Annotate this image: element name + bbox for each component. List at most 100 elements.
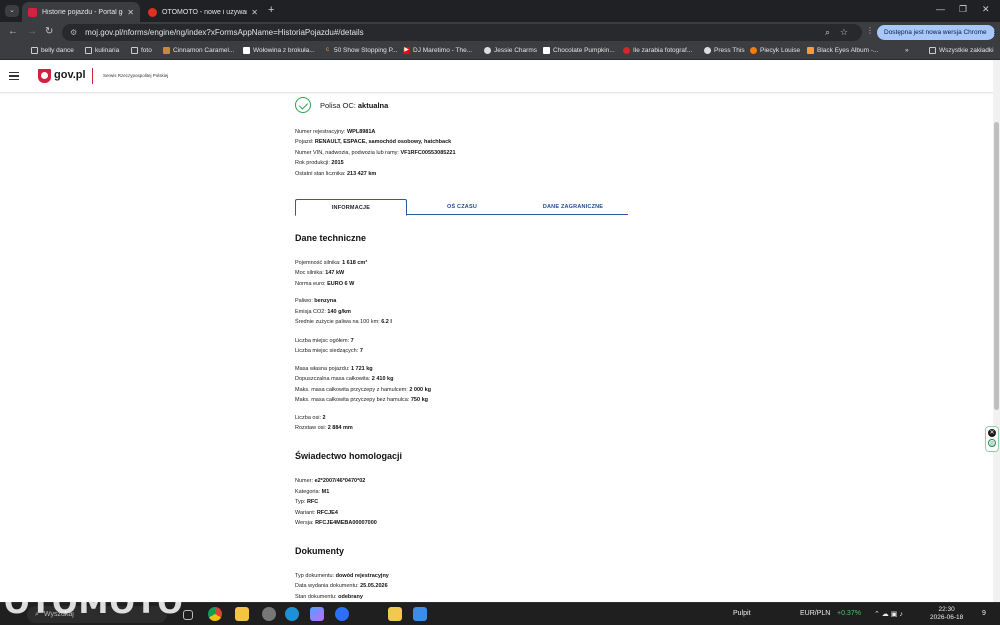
bookmark-wolowina[interactable]: Wołowina z brokuła...: [243, 47, 315, 54]
settings-app-icon[interactable]: [262, 607, 276, 621]
new-tab-button[interactable]: +: [268, 4, 274, 16]
tab-search-button[interactable]: ⌄: [5, 5, 19, 17]
site-info-icon[interactable]: ⚙: [70, 28, 77, 37]
bookmark-jessie-charms[interactable]: Jessie Charms: [484, 47, 537, 54]
summary-odometer: Ostatni stan licznika: 213 427 km: [295, 171, 377, 177]
browser-tab-active[interactable]: Historie pojazdu - Portal gov.pl ✕: [22, 2, 140, 22]
bookmark-dj-maretimo[interactable]: ▶ DJ Maretimo - The...: [403, 47, 472, 54]
hamburger-menu-icon[interactable]: [9, 72, 19, 81]
homologation-heading: Świadectwo homologacji: [295, 451, 403, 461]
all-bookmarks-folder[interactable]: Wszystkie zakładki: [929, 47, 994, 54]
folder-icon: [929, 47, 936, 54]
otomoto-watermark: OTOMOTO: [4, 586, 184, 621]
site-logo-text[interactable]: gov.pl: [54, 69, 86, 81]
bookmark-press-this[interactable]: Press This: [704, 47, 745, 54]
tab-os-czasu[interactable]: OŚ CZASU: [425, 199, 499, 215]
minimize-button[interactable]: —: [936, 4, 945, 14]
tech-row: Dopuszczalna masa całkowita: 2 410 kg: [295, 376, 394, 382]
browser-toolbar: ← → ↻ ⚙ moj.gov.pl/nforms/engine/ng/inde…: [0, 22, 1000, 43]
tab-informacje[interactable]: INFORMACJE: [295, 199, 407, 216]
bookmark-star-icon[interactable]: ☆: [840, 27, 848, 38]
bookmark-black-eyes[interactable]: Black Eyes Album -...: [807, 47, 878, 54]
desktop-label[interactable]: Pulpit: [733, 610, 751, 617]
tech-row: Średnie zużycie paliwa na 100 km: 6.2 l: [295, 319, 392, 325]
maximize-button[interactable]: ❐: [959, 4, 967, 15]
scrollbar-thumb[interactable]: [994, 122, 999, 410]
site-icon: [484, 47, 491, 54]
clock[interactable]: 22:30 2026-06-18: [930, 606, 963, 622]
site-icon: [807, 47, 814, 54]
summary-registration: Numer rejestracyjny: WPL8981A: [295, 129, 376, 135]
details-tabs: INFORMACJE OŚ CZASU DANE ZAGRANICZNE: [295, 199, 628, 216]
page-scrollbar[interactable]: [993, 60, 1000, 602]
reload-button[interactable]: ↻: [45, 26, 53, 37]
tech-row: Maks. masa całkowita przyczepy bez hamul…: [295, 397, 428, 403]
close-icon[interactable]: ✕: [127, 8, 134, 17]
url-text: moj.gov.pl/nforms/engine/ng/index?xForms…: [85, 28, 364, 37]
tech-row: Pojemność silnika: 1 618 cm³: [295, 260, 368, 266]
zoom-icon[interactable]: ⌕: [825, 27, 830, 38]
side-widget[interactable]: ✕ ◎: [985, 426, 999, 452]
close-icon[interactable]: ✕: [988, 429, 996, 437]
homologation-row: Typ: RFC: [295, 499, 319, 505]
clock-date: 2026-06-18: [930, 614, 964, 621]
menu-icon: ⋮: [991, 29, 999, 37]
update-label: Dostępna jest nowa wersja Chrome: [884, 29, 987, 36]
bookmark-chocolate-pumpkin[interactable]: Chocolate Pumpkin...: [543, 47, 615, 54]
tray-icons[interactable]: ⌃ ☁ ▣ ♪: [874, 610, 903, 618]
bookmark-belly-dance[interactable]: belly dance: [31, 47, 74, 54]
bookmark-50-show[interactable]: c 50 Show Stopping P...: [324, 47, 397, 54]
bookmark-piecyk-louise[interactable]: Piecyk Louise: [750, 47, 800, 54]
bookmark-kulinaria[interactable]: kulinaria: [85, 47, 119, 54]
site-icon: [543, 47, 550, 54]
gov-eagle-logo-icon[interactable]: [38, 69, 51, 83]
web-page: gov.pl Serwis Rzeczypospolitej Polskiej …: [0, 60, 993, 602]
task-view-icon[interactable]: [183, 610, 193, 620]
otomoto-favicon-icon: [148, 7, 157, 17]
tech-row: Moc silnika: 147 kW: [295, 270, 345, 276]
gov-favicon-icon: [28, 7, 37, 17]
back-button[interactable]: ←: [8, 26, 18, 37]
browser-tab-otomoto[interactable]: OTOMOTO - nowe i używane s ✕: [142, 2, 264, 22]
close-icon[interactable]: ✕: [251, 8, 258, 17]
bookmarks-overflow[interactable]: »: [905, 47, 909, 54]
site-icon: c: [326, 47, 329, 53]
summary-year: Rok produkcji: 2015: [295, 160, 344, 166]
bookmark-cinnamon[interactable]: Cinnamon Caramel...: [163, 47, 234, 54]
currency-change: +0.37%: [837, 610, 861, 617]
address-bar[interactable]: ⚙ moj.gov.pl/nforms/engine/ng/index?xFor…: [62, 24, 862, 41]
extensions-icon[interactable]: ⋮: [866, 26, 874, 35]
app-icon[interactable]: [413, 607, 427, 621]
accessibility-icon[interactable]: ◎: [988, 439, 996, 447]
summary-vin: Numer VIN, nadwozia, podwozia lub ramy: …: [295, 150, 456, 156]
chrome-update-button[interactable]: Dostępna jest nowa wersja Chrome ⋮: [877, 25, 998, 40]
document-row: Stan dokumentu: odebrany: [295, 594, 363, 600]
currency-label[interactable]: EUR/PLN: [800, 610, 830, 617]
chrome-app-icon[interactable]: [208, 607, 222, 621]
forward-button[interactable]: →: [27, 26, 37, 37]
service-name: Serwis Rzeczypospolitej Polskiej: [103, 73, 169, 78]
document-row: Typ dokumentu: dowód rejestracyjny: [295, 573, 389, 579]
folder-icon: [131, 47, 138, 54]
tab-dane-zagraniczne[interactable]: DANE ZAGRANICZNE: [525, 199, 621, 215]
tech-row: Masa własna pojazdu: 1 721 kg: [295, 366, 373, 372]
chevron-down-icon: ⌄: [9, 7, 15, 14]
notifications-badge[interactable]: 9: [982, 610, 986, 617]
bookmark-foto[interactable]: foto: [131, 47, 152, 54]
tech-row: Liczba miejsc ogółem: 7: [295, 338, 354, 344]
close-window-button[interactable]: ✕: [982, 4, 990, 15]
edge-app-icon[interactable]: [285, 607, 299, 621]
tab-title: Historie pojazdu - Portal gov.pl: [42, 8, 123, 16]
oc-label: Polisa OC:: [320, 100, 356, 110]
check-circle-icon: [295, 97, 311, 113]
folder-icon: [31, 47, 38, 54]
copilot-app-icon[interactable]: [310, 607, 324, 621]
tech-row: Liczba osi: 2: [295, 415, 326, 421]
file-explorer-icon[interactable]: [235, 607, 249, 621]
folder-icon: [85, 47, 92, 54]
app-icon[interactable]: [335, 607, 349, 621]
tech-row: Norma euro: EURO 6 W: [295, 281, 355, 287]
bookmark-ile-zarabia[interactable]: Ile zarabia fotograf...: [623, 47, 692, 54]
folder-app-icon[interactable]: [388, 607, 402, 621]
site-icon: [704, 47, 711, 54]
